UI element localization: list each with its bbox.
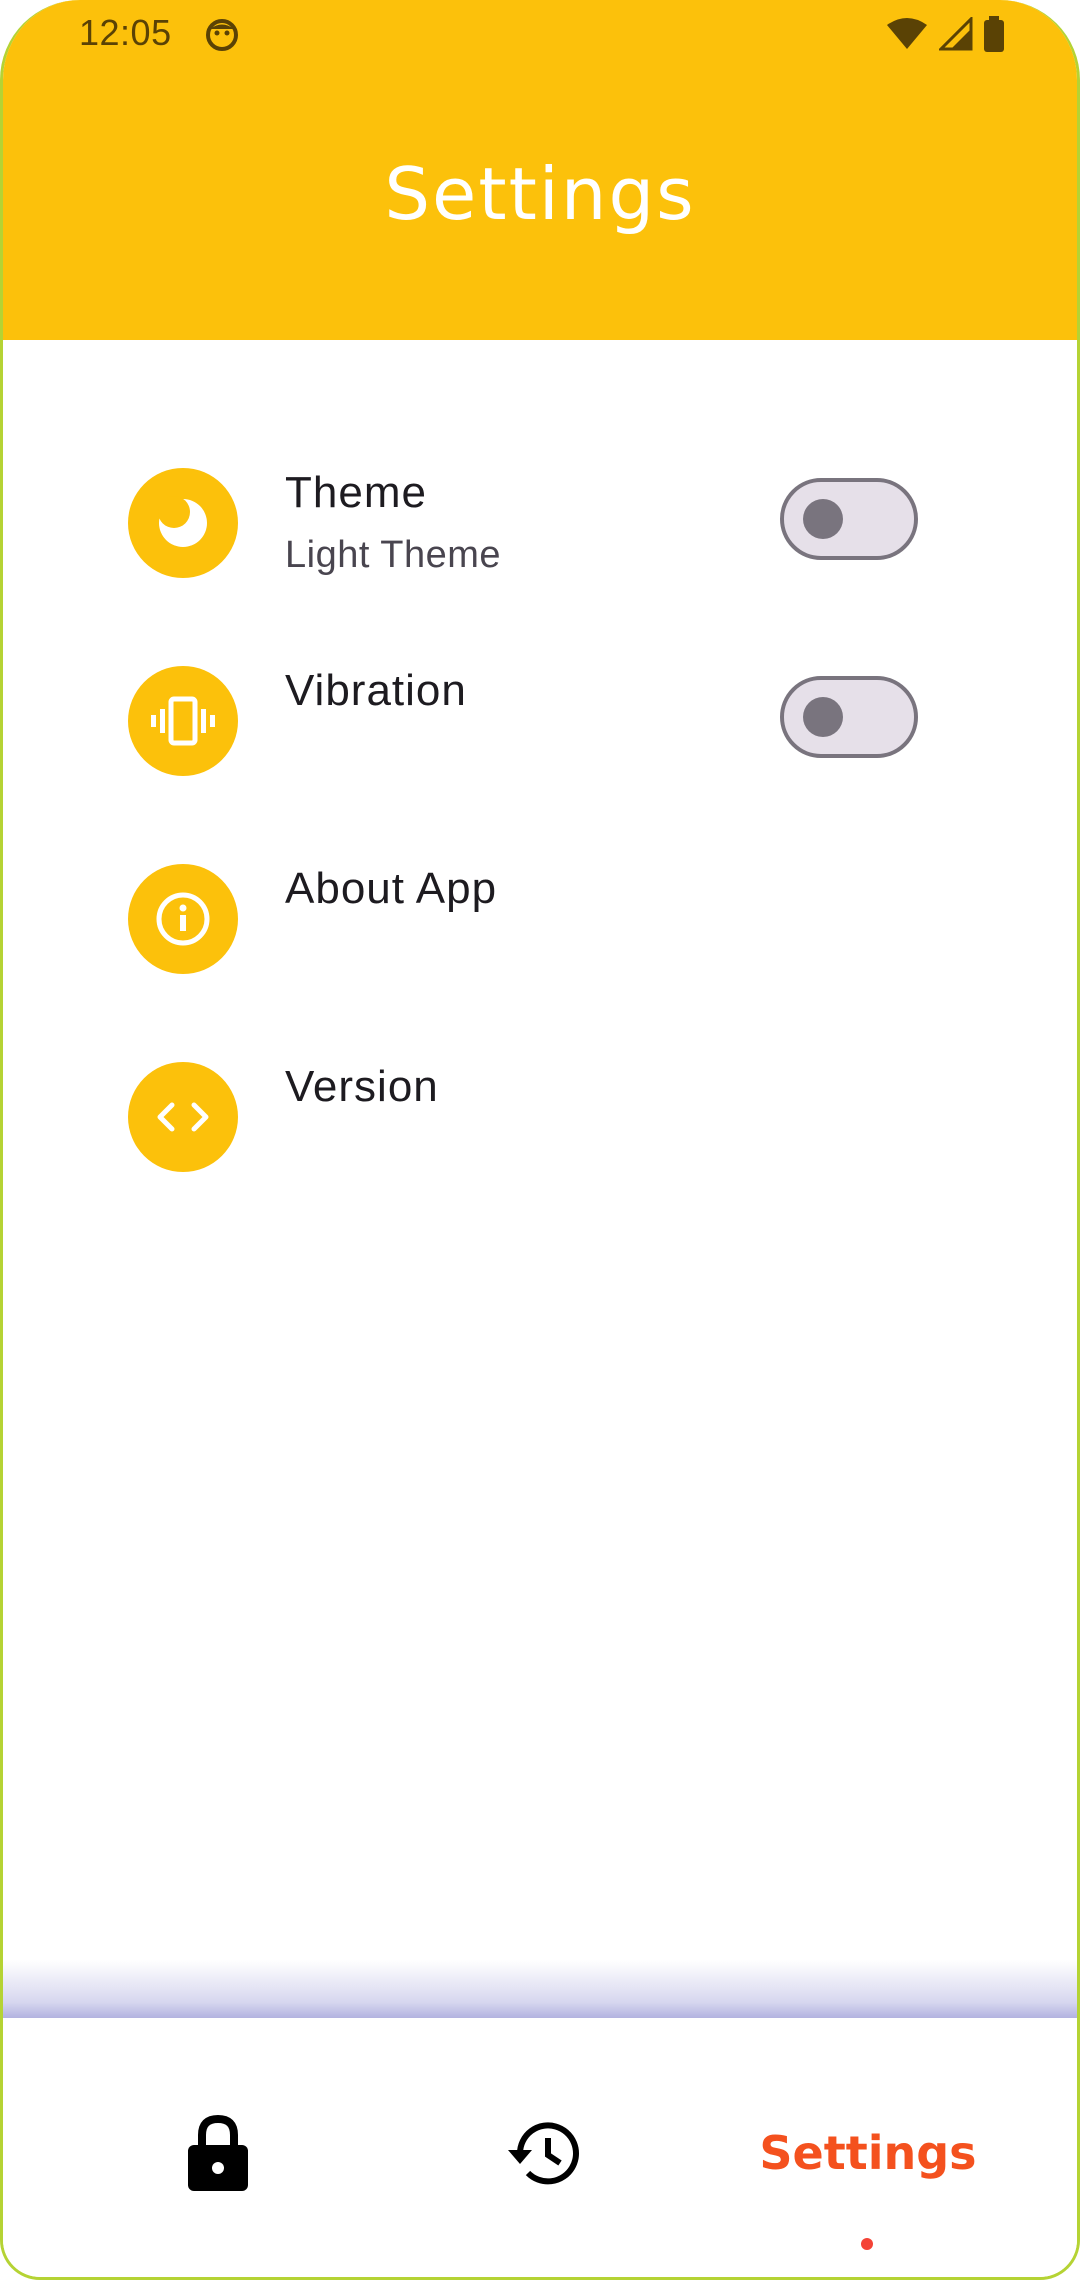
- active-indicator-dot: [861, 2238, 873, 2250]
- face-icon: [206, 19, 238, 51]
- nav-lock-button[interactable]: [163, 2098, 273, 2208]
- about-app-title: About App: [285, 864, 498, 913]
- history-icon: [508, 2122, 579, 2185]
- theme-toggle[interactable]: [780, 478, 918, 560]
- toggle-thumb: [803, 697, 843, 737]
- code-icon: [128, 1062, 238, 1172]
- settings-item-about-app[interactable]: About App: [128, 864, 948, 984]
- page-title: Settings: [384, 152, 696, 236]
- app-header: 12:05 Settings: [3, 0, 1077, 340]
- phone-screen: 12:05 Settings Theme Light Theme Vibrati…: [0, 0, 1080, 2280]
- status-icons: [885, 16, 1005, 52]
- vibration-icon: [128, 666, 238, 776]
- version-title: Version: [285, 1062, 439, 1111]
- settings-item-theme[interactable]: Theme Light Theme: [128, 468, 948, 588]
- vibration-title: Vibration: [285, 666, 467, 715]
- status-bar: 12:05: [3, 0, 1077, 70]
- signal-icon: [939, 17, 973, 51]
- nav-settings-label: Settings: [759, 2126, 977, 2180]
- nav-history-button[interactable]: [487, 2098, 597, 2208]
- settings-item-vibration[interactable]: Vibration: [128, 666, 948, 786]
- wifi-icon: [887, 18, 927, 49]
- nav-settings-tab[interactable]: Settings: [743, 2098, 993, 2208]
- lock-icon: [188, 2114, 248, 2191]
- bottom-nav: Settings: [3, 2018, 1077, 2277]
- vibration-toggle[interactable]: [780, 676, 918, 758]
- toggle-thumb: [803, 499, 843, 539]
- theme-title: Theme: [285, 468, 427, 517]
- status-time: 12:05: [79, 12, 172, 53]
- settings-item-version[interactable]: Version: [128, 1062, 948, 1182]
- nav-shadow: [3, 1960, 1077, 2020]
- battery-icon: [984, 16, 1004, 52]
- theme-subtitle: Light Theme: [285, 534, 502, 576]
- info-icon: [128, 864, 238, 974]
- moon-icon: [128, 468, 238, 578]
